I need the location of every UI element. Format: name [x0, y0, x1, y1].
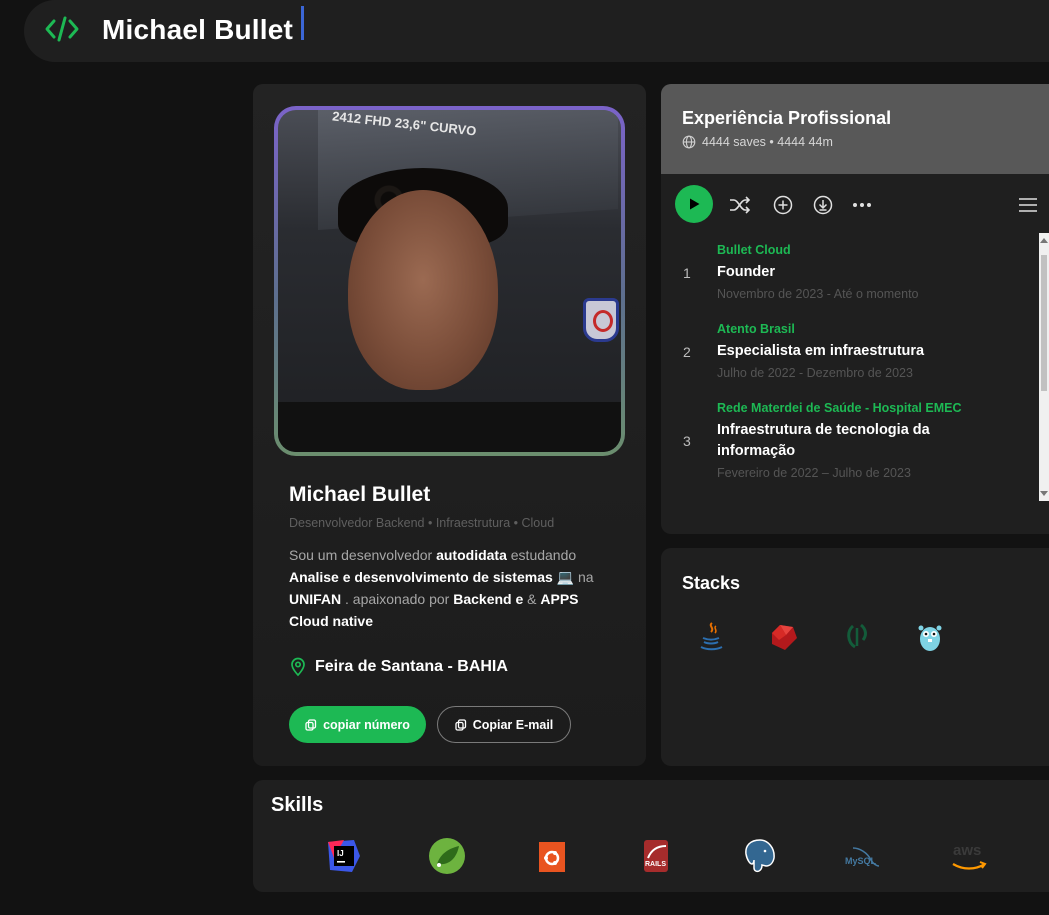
profile-subtitle: Desenvolvedor Backend • Infraestrutura •…	[289, 516, 555, 530]
play-button[interactable]	[675, 185, 713, 223]
stacks-title: Stacks	[682, 573, 741, 593]
laptop-emoji: 💻	[556, 569, 575, 585]
copy-icon	[455, 718, 466, 731]
experience-company: Bullet Cloud	[717, 243, 791, 257]
ubuntu-icon	[539, 842, 565, 872]
stacks-card: Stacks	[661, 548, 1049, 766]
experience-period: Novembro de 2023 - Até o momento	[717, 287, 919, 301]
postgresql-icon	[745, 839, 775, 873]
copy-email-button[interactable]: Copiar E-mail	[437, 706, 571, 743]
mysql-label: MySQL	[845, 856, 877, 866]
experience-meta-text: 4444 saves • 4444 44m	[702, 135, 833, 149]
copy-phone-button[interactable]: copiar número	[289, 706, 426, 743]
bio-bold: UNIFAN	[289, 591, 342, 607]
experience-role: Especialista em infraestrutura	[717, 343, 925, 359]
bio-text: Sou um desenvolvedor	[289, 547, 437, 563]
mysql-icon: MySQL	[843, 836, 883, 876]
add-button[interactable]	[772, 194, 794, 216]
bio-bold: Analise e desenvolvimento de sistemas	[289, 569, 553, 585]
experience-period: Fevereiro de 2022 – Julho de 2023	[717, 466, 911, 480]
list-menu-button[interactable]	[1017, 194, 1039, 216]
skills-card: Skills IJ RAILS MySQL aws	[253, 780, 1049, 892]
ruby-icon	[772, 625, 797, 650]
rails-logo-shape	[644, 840, 668, 872]
more-options-button[interactable]	[851, 194, 873, 216]
profile-card: 2412 FHD 23,6" CURVO Michael Bullet Dese…	[253, 84, 646, 766]
shuffle-icon	[730, 196, 751, 214]
spring-boot-icon	[429, 838, 465, 874]
experience-number: 3	[683, 433, 691, 449]
copy-icon	[305, 718, 317, 731]
experience-role: Founder	[717, 264, 775, 280]
photo-shirt	[278, 402, 621, 452]
photo-face	[348, 190, 498, 390]
download-button[interactable]	[812, 194, 834, 216]
bio-text: . apaixonado por	[341, 591, 454, 607]
scrollbar-thumb[interactable]	[1041, 255, 1047, 391]
experience-role: Infraestrutura de tecnologia da informaç…	[717, 422, 930, 459]
profile-photo-frame: 2412 FHD 23,6" CURVO	[274, 106, 625, 456]
skills-title: Skills	[271, 794, 324, 816]
experience-company: Atento Brasil	[717, 322, 795, 336]
experience-scrollbar[interactable]	[1039, 233, 1049, 501]
experience-company: Rede Materdei de Saúde - Hospital EMEC	[717, 401, 962, 415]
rails-icon: RAILS	[636, 836, 676, 876]
top-header: Michael Bullet	[24, 0, 1049, 62]
location-text: Feira de Santana - BAHIA	[315, 658, 508, 675]
bio-text: &	[523, 591, 541, 607]
experience-header: Experiência Profissional 4444 saves • 44…	[661, 84, 1049, 174]
scroll-down-arrow-icon[interactable]	[1040, 491, 1048, 496]
photo-badge	[583, 298, 619, 342]
code-brackets-icon[interactable]	[44, 14, 80, 44]
svg-text:IJ: IJ	[337, 849, 344, 858]
globe-icon	[682, 135, 696, 149]
intellij-icon: IJ	[328, 840, 360, 872]
java-icon	[700, 622, 723, 651]
bio-bold: autodidata	[436, 547, 507, 563]
profile-bio: Sou um desenvolvedor autodidata estudand…	[289, 544, 619, 632]
experience-title: Experiência Profissional	[682, 108, 892, 128]
aws-smile-shape	[952, 861, 987, 870]
play-icon	[690, 198, 700, 210]
plus-circle-icon	[773, 195, 793, 215]
experience-number: 1	[683, 265, 691, 281]
copy-phone-label: copiar número	[323, 717, 410, 732]
hamburger-icon	[1019, 198, 1037, 212]
more-dots-icon	[853, 203, 871, 207]
profile-name: Michael Bullet	[289, 483, 431, 506]
profile-location: Feira de Santana - BAHIA	[289, 657, 508, 677]
rails-label: RAILS	[645, 861, 666, 868]
copy-email-label: Copiar E-mail	[472, 717, 554, 732]
spring-icon	[847, 623, 867, 649]
typing-caret	[301, 6, 304, 40]
bio-text: estudando	[506, 547, 577, 563]
experience-number: 2	[683, 344, 691, 360]
download-icon	[813, 195, 833, 215]
location-pin-icon	[291, 657, 305, 677]
aws-icon: aws	[949, 836, 989, 876]
bio-text: na	[574, 569, 594, 585]
experience-card: Experiência Profissional 4444 saves • 44…	[661, 84, 1049, 534]
go-gopher-icon	[918, 625, 942, 651]
experience-period: Julho de 2022 - Dezembro de 2023	[717, 366, 913, 380]
bio-bold: Backend e	[453, 591, 524, 607]
profile-photo: 2412 FHD 23,6" CURVO	[278, 110, 621, 452]
experience-meta: 4444 saves • 4444 44m	[682, 135, 833, 149]
shuffle-button[interactable]	[729, 194, 751, 216]
scroll-up-arrow-icon[interactable]	[1040, 238, 1048, 243]
site-title: Michael Bullet	[102, 14, 294, 45]
